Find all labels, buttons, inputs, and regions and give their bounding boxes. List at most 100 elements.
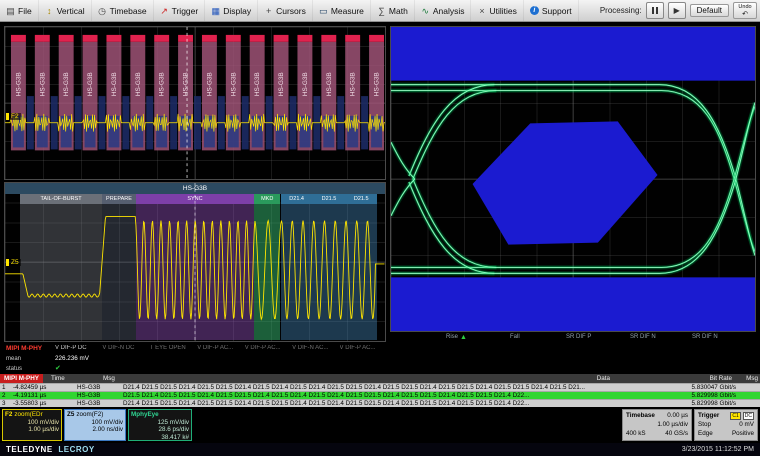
menu-item-cursors[interactable]: +Cursors <box>258 0 313 21</box>
trigger-level: 0 mV <box>739 420 754 429</box>
measure-param-3[interactable]: T EYE OPEN <box>149 344 196 373</box>
row-msg: HS-G3B <box>77 384 123 391</box>
param-name: V DIF-N AC... <box>292 345 337 351</box>
pause-icon <box>652 7 654 14</box>
row-msg: HS-G3B <box>77 392 123 399</box>
column-header-msg2[interactable]: Msg <box>732 375 760 382</box>
column-header-data[interactable]: Data <box>163 375 680 382</box>
timebase-title: Timebase <box>626 411 655 420</box>
decode-row-2[interactable]: 2-4.19131 µsHS-G3BD21.5 D21.4 D21.5 D21.… <box>0 391 760 399</box>
menu-item-support[interactable]: iSupport <box>524 0 579 21</box>
svg-text:HS-G3B: HS-G3B <box>326 72 333 96</box>
measure-param-4[interactable]: V DIF-P AC... <box>196 344 243 373</box>
row-data: D21.5 D21.4 D21.5 D21.5 D21.4 D21.5 D21.… <box>123 392 670 399</box>
measure-row-label-mean: mean <box>6 356 52 362</box>
menu-item-measure[interactable]: ▭Measure <box>313 0 371 21</box>
menu-item-label: Analysis <box>433 6 465 16</box>
descriptor-f2-hscale: 1.00 µs/div <box>5 426 59 434</box>
param-name: V DIF-P DC <box>55 345 100 351</box>
measure-param-5[interactable]: V DIF-P AC... <box>244 344 291 373</box>
eye-param-label: Fall <box>510 334 520 340</box>
column-header-bitrate[interactable]: Bit Rate <box>680 375 732 382</box>
param-name: V DIF-P AC... <box>340 345 385 351</box>
timebase-offset: 0.00 µs <box>667 411 688 420</box>
eye-param-label: SR DIF P <box>566 334 591 340</box>
descriptor-mphyeye-id: MphyEye <box>131 411 159 419</box>
burst-zoom-panel[interactable]: TAIL-OF-BURSTPREPARESYNCMKDD21.4D21.5D21… <box>4 182 386 342</box>
menu-item-trigger[interactable]: ↗Trigger <box>154 0 206 21</box>
measure-param-1[interactable]: V DIF-P DC226.236 mV✔ <box>54 344 101 373</box>
svg-text:HS-G3B: HS-G3B <box>39 72 46 96</box>
descriptor-mphyeye-vscale: 125 mV/div <box>131 419 189 427</box>
descriptor-f2-func: zoom(EDr <box>14 411 42 419</box>
descriptor-mphyeye[interactable]: MphyEye 125 mV/div 28.6 ps/div 38.417 k# <box>128 409 192 441</box>
descriptor-f2[interactable]: F2 zoom(EDr 100 mV/div 1.00 µs/div <box>2 409 62 441</box>
svg-text:HS-G3B: HS-G3B <box>374 72 381 96</box>
descriptor-row: F2 zoom(EDr 100 mV/div 1.00 µs/div Z5 zo… <box>0 408 760 443</box>
descriptor-z5-vscale: 100 mV/div <box>67 419 123 427</box>
datetime: 3/23/2015 11:12:52 PM <box>682 446 754 453</box>
trigger-box[interactable]: Trigger C1DC Stop 0 mV Edge Positive <box>694 409 758 441</box>
menu-item-label: File <box>18 6 32 16</box>
channel-tag-z5: Z5 <box>6 259 21 266</box>
trigger-source-chip: C1 <box>730 412 740 420</box>
param-name: V DIF-P AC... <box>197 345 242 351</box>
trigger-row-3: Edge Positive <box>698 429 754 438</box>
eye-diagram-panel[interactable] <box>390 26 756 332</box>
burst-overview-panel[interactable]: HS-G3BHS-G3BHS-G3BHS-G3BHS-G3BHS-G3BHS-G… <box>4 26 386 180</box>
param-name: V DIF-N DC <box>102 345 147 351</box>
measure-title: MIPI M-PHY <box>6 345 52 352</box>
row-time: -4.82459 µs <box>13 384 77 391</box>
descriptor-f2-id: F2 <box>5 411 12 419</box>
measure-row-label-status: status <box>6 366 52 372</box>
trigger-icon: ↗ <box>160 6 169 16</box>
utilities-icon: × <box>477 6 486 16</box>
undo-button[interactable]: Undo ↶ <box>733 2 757 19</box>
trigger-chips: C1DC <box>728 411 754 420</box>
menu-item-math[interactable]: ∑Math <box>371 0 415 21</box>
trigger-slope: Positive <box>732 429 754 438</box>
oscilloscope-app: ▤File↕Vertical◷Timebase↗Trigger▦Display+… <box>0 0 760 456</box>
timebase-icon: ◷ <box>98 6 107 16</box>
brand-logo: TELEDYNE LECROY <box>6 445 95 454</box>
column-header-msg[interactable]: Msg <box>103 375 163 382</box>
cursors-icon: + <box>264 6 273 16</box>
svg-text:HS-G3B: HS-G3B <box>230 72 237 96</box>
math-icon: ∑ <box>377 6 386 16</box>
decode-row-1[interactable]: 1-4.82459 µsHS-G3BD21.4 D21.5 D21.5 D21.… <box>0 383 760 391</box>
menu-item-analysis[interactable]: ∿Analysis <box>415 0 472 21</box>
pause-button[interactable] <box>646 2 664 19</box>
measure-param-6[interactable]: V DIF-N AC... <box>291 344 338 373</box>
play-button[interactable]: ▶ <box>668 2 686 19</box>
burst-overview-waveform: HS-G3BHS-G3BHS-G3BHS-G3BHS-G3BHS-G3BHS-G… <box>5 27 385 179</box>
descriptor-z5-hscale: 2.00 ns/div <box>67 426 123 434</box>
menu-item-timebase[interactable]: ◷Timebase <box>92 0 154 21</box>
descriptor-z5-func: zoom(F2) <box>76 411 103 419</box>
vertical-icon: ↕ <box>45 6 54 16</box>
descriptor-f2-head: F2 zoom(EDr <box>5 411 59 419</box>
param-name: V DIF-P AC... <box>245 345 290 351</box>
default-button[interactable]: Default <box>690 4 729 17</box>
param-name: T EYE OPEN <box>150 345 195 351</box>
svg-text:HS-G3B: HS-G3B <box>159 72 166 96</box>
timebase-box[interactable]: Timebase 0.00 µs 1.00 µs/div 400 kS 40 G… <box>622 409 692 441</box>
menu-item-label: Timebase <box>110 6 147 16</box>
row-data: D21.4 D21.5 D21.5 D21.4 D21.5 D21.5 D21.… <box>123 400 670 407</box>
descriptor-z5[interactable]: Z5 zoom(F2) 100 mV/div 2.00 ns/div <box>64 409 126 441</box>
measure-param-7[interactable]: V DIF-P AC... <box>339 344 386 373</box>
column-header-time[interactable]: Time <box>43 375 103 382</box>
timebase-row-2: 1.00 µs/div <box>626 420 688 429</box>
decode-protocol-label: MIPI M-PHY <box>0 374 43 383</box>
decode-table-rows: 1-4.82459 µsHS-G3BD21.4 D21.5 D21.5 D21.… <box>0 383 760 407</box>
svg-text:HS-G3B: HS-G3B <box>206 72 213 96</box>
menu-item-display[interactable]: ▦Display <box>205 0 258 21</box>
footer-bar: TELEDYNE LECROY 3/23/2015 11:12:52 PM <box>0 443 760 456</box>
decode-row-3[interactable]: 3-3.55803 µsHS-G3BD21.4 D21.5 D21.5 D21.… <box>0 399 760 407</box>
trigger-type: Edge <box>698 429 713 438</box>
menu-item-file[interactable]: ▤File <box>0 0 39 21</box>
measure-param-2[interactable]: V DIF-N DC <box>101 344 148 373</box>
descriptor-mphyeye-hscale: 28.6 ps/div <box>131 426 189 434</box>
measure-params: V DIF-P DC226.236 mV✔V DIF-N DCT EYE OPE… <box>54 344 386 373</box>
menu-item-utilities[interactable]: ×Utilities <box>471 0 523 21</box>
menu-item-vertical[interactable]: ↕Vertical <box>39 0 92 21</box>
